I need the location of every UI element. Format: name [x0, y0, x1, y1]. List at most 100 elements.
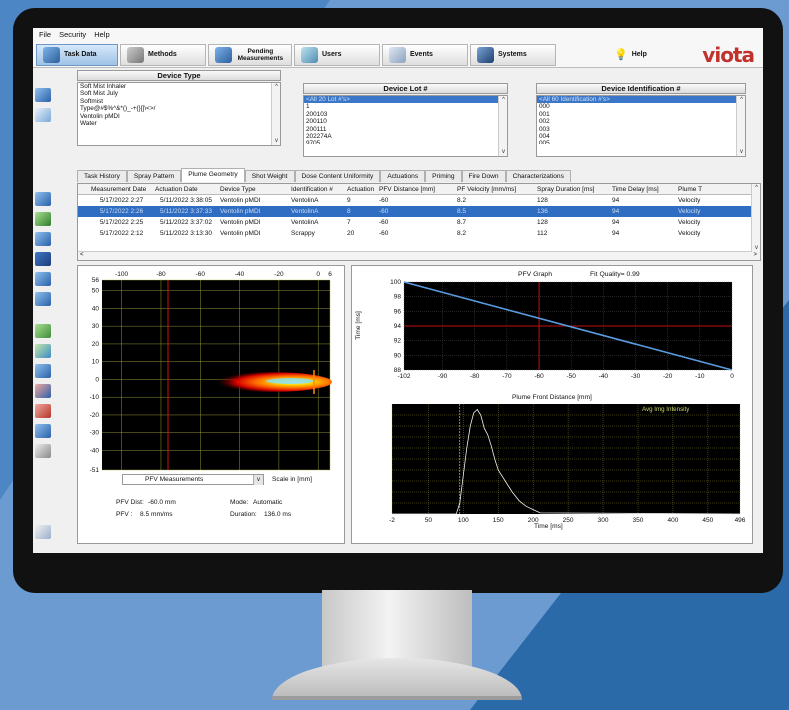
column-header[interactable]: PF Velocity [mm/ms]	[454, 184, 534, 194]
check-icon[interactable]	[35, 212, 51, 226]
chevron-down-icon: v	[253, 475, 263, 485]
tab-dose-content-uniformity[interactable]: Dose Content Uniformity	[294, 170, 381, 182]
plume-x-tick-label: -80	[156, 271, 166, 278]
device-type-list[interactable]: Soft Mist Inhaler Soft Mist July Softmis…	[77, 82, 281, 146]
table-vertical-scrollbar[interactable]: ^ v	[751, 184, 760, 252]
list-item[interactable]: 000	[537, 103, 745, 110]
menu-bar: File Security Help	[33, 28, 763, 42]
pfv-graph: -102 -90 -80 -70 -60 -50 -40 -30 -20 -10 0 100 98 96 9…	[390, 279, 734, 380]
plume-y-tick-label: 20	[92, 341, 100, 348]
list-item[interactable]: Ventolin pMDI	[78, 113, 280, 120]
column-header[interactable]: Spray Duration [ms]	[534, 184, 609, 194]
tab-fire-down[interactable]: Fire Down	[461, 170, 506, 182]
list-item[interactable]: 003	[537, 126, 745, 133]
column-header[interactable]: Plume T	[675, 184, 705, 194]
approve-icon[interactable]	[35, 344, 51, 358]
column-header[interactable]: Actuation N	[344, 184, 376, 194]
list-item[interactable]: 001	[537, 111, 745, 118]
list-item[interactable]: Soft Mist July	[78, 90, 280, 97]
menu-help[interactable]: Help	[94, 30, 109, 40]
verify-icon[interactable]	[35, 232, 51, 246]
users-button[interactable]: Users	[294, 43, 380, 66]
list-item[interactable]: 004	[537, 133, 745, 140]
table-row[interactable]: 5/17/2022 2:25 5/11/2022 3:37:02 Ventoli…	[78, 217, 760, 228]
task-data-button[interactable]: Task Data	[36, 43, 118, 66]
report-icon[interactable]	[35, 292, 51, 306]
pending-measurements-button[interactable]: Pending Measurements	[208, 43, 292, 66]
menu-security[interactable]: Security	[59, 30, 86, 40]
table-row[interactable]: 5/17/2022 2:27 5/11/2022 3:38:05 Ventoli…	[78, 195, 760, 206]
list-item[interactable]: 002	[537, 118, 745, 125]
device-lot-list[interactable]: <All 20 Lot #'s> 1 200103 200110 200111 …	[303, 95, 508, 157]
remove-icon[interactable]	[35, 404, 51, 418]
table-cell: 112	[537, 230, 548, 237]
table-horizontal-scrollbar[interactable]: < >	[78, 251, 760, 260]
column-header[interactable]: Time Delay [ms]	[609, 184, 675, 194]
column-header[interactable]: Identification #	[288, 184, 344, 194]
tab-plume-geometry[interactable]: Plume Geometry	[181, 168, 245, 182]
edit-icon[interactable]	[35, 192, 51, 206]
list-item[interactable]: 9705	[304, 140, 507, 144]
device-type-scrollbar[interactable]: ^ v	[271, 83, 280, 145]
tab-characterizations[interactable]: Characterizations	[505, 170, 571, 182]
plume-y-tick-label: -30	[90, 430, 100, 437]
table-icon[interactable]	[35, 525, 51, 539]
list-item[interactable]: 1	[304, 103, 507, 110]
user-icon[interactable]	[35, 364, 51, 378]
column-header[interactable]: Actuation Date	[152, 184, 217, 194]
print-icon[interactable]	[35, 444, 51, 458]
device-id-list[interactable]: <All 60 Identification #'s> 000 001 002 …	[536, 95, 746, 157]
list-item[interactable]: 200110	[304, 118, 507, 125]
tab-shot-weight[interactable]: Shot Weight	[244, 170, 295, 182]
tab-priming[interactable]: Priming	[425, 170, 462, 182]
table-cell: 5/17/2022 2:26	[99, 208, 144, 215]
table-cell: -60	[379, 208, 389, 215]
grid-icon[interactable]	[35, 272, 51, 286]
list-item[interactable]: 200103	[304, 111, 507, 118]
table-row[interactable]: 5/17/2022 2:12 5/11/2022 3:13:30 Ventoli…	[78, 228, 760, 239]
list-item[interactable]: <All 20 Lot #'s>	[304, 96, 507, 104]
column-header[interactable]: Device Type	[217, 184, 288, 194]
plume-y-tick-label: 40	[92, 305, 100, 312]
pfv-y-tick-label: 96	[394, 308, 402, 315]
intensity-x-tick-label: 300	[598, 517, 609, 524]
list-item[interactable]: Water	[78, 120, 280, 127]
intensity-x-tick-label: 50	[425, 517, 433, 524]
methods-button[interactable]: Methods	[120, 43, 206, 66]
save-icon[interactable]	[35, 252, 51, 266]
table-cell: Ventolin pMDI	[220, 219, 261, 226]
document-icon[interactable]	[35, 108, 51, 122]
import-icon[interactable]	[35, 88, 51, 102]
list-item[interactable]: Soft Mist Inhaler	[78, 83, 280, 90]
help-button[interactable]: 💡 Help	[608, 44, 666, 66]
list-item[interactable]: Softmist	[78, 98, 280, 105]
tab-spray-pattern[interactable]: Spray Pattern	[126, 170, 182, 182]
tab-task-history[interactable]: Task History	[77, 170, 127, 182]
save-as-icon[interactable]	[35, 424, 51, 438]
events-button[interactable]: Events	[382, 43, 468, 66]
pfv-measurements-dropdown[interactable]: PFV Measurements v	[122, 474, 264, 485]
pfv-y-tick-label: 94	[394, 323, 402, 330]
column-header[interactable]: PFV Distance [mm]	[376, 184, 454, 194]
table-cell: 9	[347, 197, 351, 204]
list-item[interactable]: 202274A	[304, 133, 507, 140]
table-cell: 8.7	[457, 219, 467, 226]
list-item[interactable]: 005	[537, 140, 745, 144]
export-icon[interactable]	[35, 384, 51, 398]
table-row-selected[interactable]: 5/17/2022 2:26 5/11/2022 3:37:33 Ventoli…	[78, 206, 760, 217]
device-lot-scrollbar[interactable]: ^ v	[498, 96, 507, 156]
table-cell: 7	[347, 219, 351, 226]
list-item[interactable]: Type@#$%^&*()_-+{}[]\<>/	[78, 105, 280, 112]
tab-actuations[interactable]: Actuations	[380, 170, 426, 182]
column-header[interactable]: Measurement Date	[88, 184, 152, 194]
intensity-x-tick-label: 150	[493, 517, 504, 524]
plume-y-tick-label: -51	[90, 467, 100, 474]
list-item[interactable]: <All 60 Identification #'s>	[537, 96, 745, 104]
list-item[interactable]: 200111	[304, 126, 507, 133]
add-icon[interactable]	[35, 324, 51, 338]
intensity-x-tick-label: -2	[389, 517, 395, 524]
pfv-x-tick-label: -50	[567, 373, 577, 380]
device-id-scrollbar[interactable]: ^ v	[736, 96, 745, 156]
systems-button[interactable]: Systems	[470, 43, 556, 66]
menu-file[interactable]: File	[39, 30, 51, 40]
